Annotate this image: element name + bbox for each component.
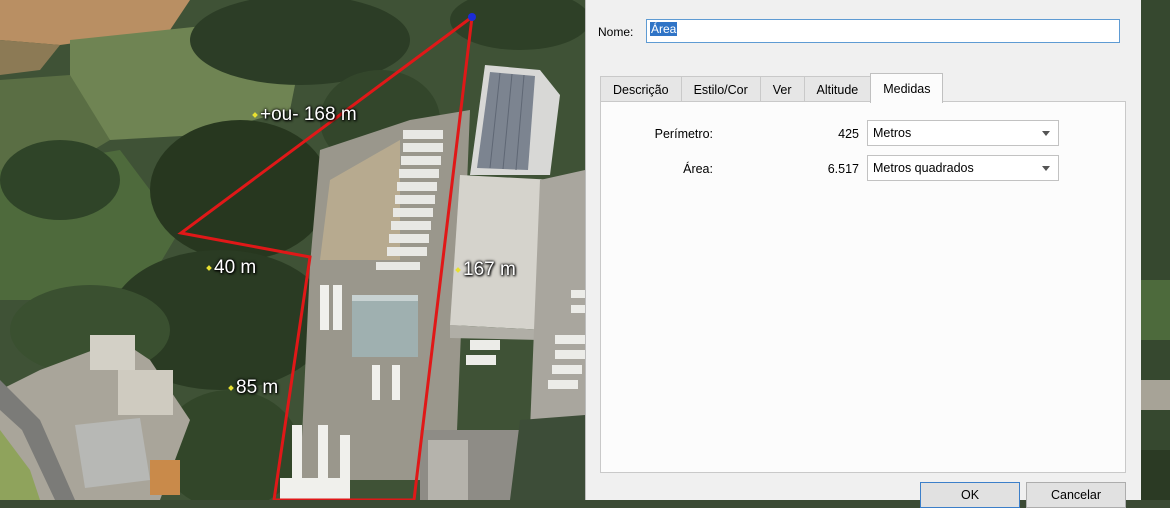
polygon-vertex: [468, 13, 476, 21]
perimeter-unit-value: Metros: [873, 126, 912, 140]
name-input[interactable]: Área: [646, 19, 1120, 43]
measure-label-text: 40 m: [214, 257, 257, 278]
medidas-panel: Perímetro: 425 Metros Área: 6.517 Metros…: [600, 101, 1126, 473]
tab-bar: Descrição Estilo/Cor Ver Altitude Medida…: [600, 73, 944, 103]
tab-descricao[interactable]: Descrição: [600, 76, 682, 102]
chevron-down-icon: [1042, 131, 1050, 136]
area-label: Área:: [683, 162, 713, 176]
polygon-properties-dialog: Nome: Área Descrição Estilo/Cor Ver Alti…: [585, 0, 1141, 508]
name-input-value: Área: [650, 22, 678, 36]
area-unit-select[interactable]: Metros quadrados: [867, 155, 1059, 181]
measure-label-text: 85 m: [236, 377, 279, 398]
tab-ver[interactable]: Ver: [759, 76, 805, 102]
measure-label-text: +ou- 168 m: [260, 104, 357, 125]
measure-label-text: 167 m: [463, 259, 516, 280]
measure-label-bottom-edge: 85 m: [228, 377, 279, 399]
tab-altitude[interactable]: Altitude: [803, 76, 872, 102]
perimeter-value: 425: [838, 127, 859, 141]
name-row: Nome:: [598, 19, 646, 45]
measure-label-left-edge: 40 m: [206, 257, 257, 279]
tab-medidas[interactable]: Medidas: [870, 73, 944, 103]
chevron-down-icon: [1042, 166, 1050, 171]
perimeter-unit-select[interactable]: Metros: [867, 120, 1059, 146]
tab-estilo-cor[interactable]: Estilo/Cor: [680, 76, 761, 102]
measure-label-top-edge: +ou- 168 m: [252, 104, 357, 126]
perimeter-label: Perímetro:: [654, 127, 713, 141]
ok-button[interactable]: OK: [920, 482, 1020, 508]
measure-label-right-edge: 167 m: [455, 259, 516, 281]
cancel-button[interactable]: Cancelar: [1026, 482, 1126, 508]
name-label: Nome:: [598, 25, 634, 39]
area-unit-value: Metros quadrados: [873, 161, 974, 175]
area-value: 6.517: [827, 162, 859, 176]
